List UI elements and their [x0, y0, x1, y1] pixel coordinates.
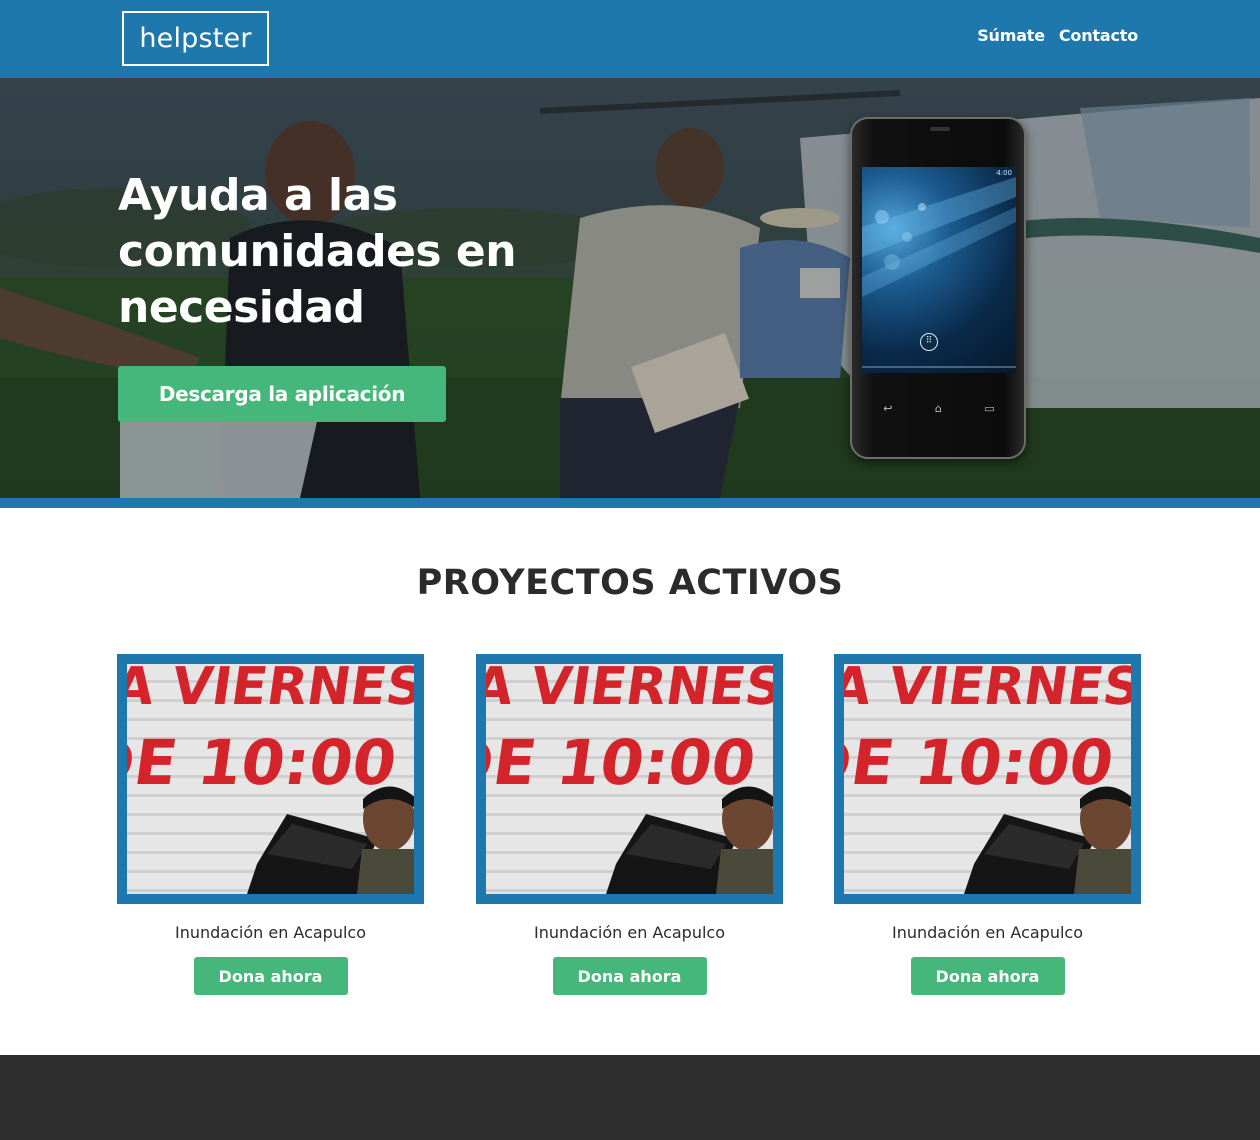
phone-screen: 4:00 — [862, 167, 1016, 373]
project-image: A VIERNES DE 10:00 A — [486, 664, 773, 894]
main-nav: Súmate Contacto — [977, 26, 1138, 45]
project-image-frame[interactable]: A VIERNES DE 10:00 A — [117, 654, 424, 904]
nav-link-contacto[interactable]: Contacto — [1059, 26, 1138, 45]
recent-apps-icon: ▭ — [984, 401, 995, 415]
phone-wallpaper — [862, 177, 1016, 368]
page-footer — [0, 1055, 1260, 1140]
hero-banner: Ayuda a las comunidades en necesidad Des… — [0, 78, 1260, 498]
project-caption: Inundación en Acapulco — [174, 923, 367, 942]
donate-button[interactable]: Dona ahora — [193, 957, 348, 995]
nav-link-sumate[interactable]: Súmate — [977, 26, 1045, 45]
donate-button[interactable]: Dona ahora — [552, 957, 707, 995]
flood-photo: A VIERNES DE 10:00 A — [486, 664, 773, 894]
phone-speaker — [930, 127, 950, 131]
hero-title: Ayuda a las comunidades en necesidad — [118, 170, 517, 333]
svg-text:DE 10:00 A: DE 10:00 A — [127, 726, 414, 799]
svg-text:DE 10:00 A: DE 10:00 A — [844, 726, 1131, 799]
download-app-button[interactable]: Descarga la aplicación — [118, 366, 446, 422]
project-image: A VIERNES DE 10:00 A — [844, 664, 1131, 894]
phone-nav-buttons: ↩ ⌂ ▭ — [862, 399, 1016, 417]
svg-text:A VIERNES: A VIERNES — [127, 664, 414, 717]
project-caption: Inundación en Acapulco — [891, 923, 1084, 942]
project-image: A VIERNES DE 10:00 A — [127, 664, 414, 894]
svg-text:A VIERNES: A VIERNES — [844, 664, 1131, 717]
project-image-frame[interactable]: A VIERNES DE 10:00 A — [834, 654, 1141, 904]
top-navbar: helpster Súmate Contacto — [0, 0, 1260, 78]
back-icon: ↩ — [883, 401, 893, 415]
project-card: A VIERNES DE 10:00 A Inundación en Acapu… — [117, 654, 424, 995]
flood-photo: A VIERNES DE 10:00 A — [127, 664, 414, 894]
home-icon: ⌂ — [934, 401, 942, 415]
phone-mockup: 4:00 ⠿ ↩ ⌂ ▭ — [850, 117, 1026, 459]
project-card: A VIERNES DE 10:00 A Inundación en Acapu… — [476, 654, 783, 995]
donate-button[interactable]: Dona ahora — [910, 957, 1065, 995]
hero-divider — [0, 498, 1260, 508]
helpster-logo[interactable]: helpster — [122, 11, 269, 66]
app-drawer-icon: ⠿ — [920, 333, 938, 351]
project-card: A VIERNES DE 10:00 A Inundación en Acapu… — [834, 654, 1141, 995]
flood-photo: A VIERNES DE 10:00 A — [844, 664, 1131, 894]
phone-status-bar: 4:00 — [996, 169, 1012, 177]
svg-text:A VIERNES: A VIERNES — [486, 664, 773, 717]
projects-section-title: PROYECTOS ACTIVOS — [416, 563, 844, 603]
project-caption: Inundación en Acapulco — [533, 923, 726, 942]
svg-text:DE 10:00 A: DE 10:00 A — [486, 726, 773, 799]
project-image-frame[interactable]: A VIERNES DE 10:00 A — [476, 654, 783, 904]
